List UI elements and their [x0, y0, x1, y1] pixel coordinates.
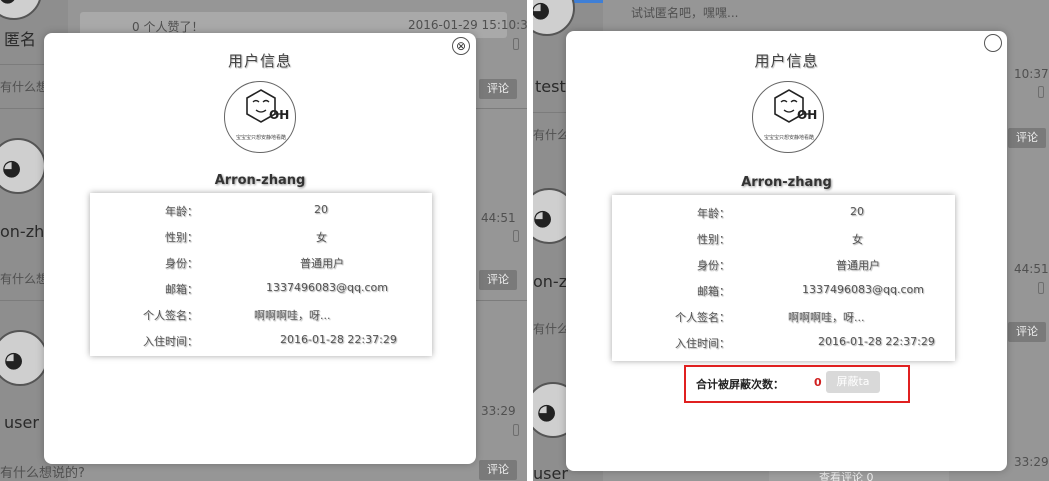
- info-value: 啊啊啊哇，呀...: [788, 311, 865, 324]
- info-label: 邮箱：: [165, 283, 198, 296]
- comment-input[interactable]: 有什么想说的?: [0, 462, 85, 481]
- block-count-value: 0: [814, 376, 822, 389]
- face-icon: ◕: [2, 156, 22, 181]
- author-name[interactable]: 匿名: [4, 26, 36, 50]
- comment-button[interactable]: 评论: [479, 460, 517, 480]
- modal-title: 用户信息: [754, 52, 819, 70]
- author-name[interactable]: user: [4, 413, 39, 432]
- author-name[interactable]: user: [533, 464, 568, 481]
- thumb-icon[interactable]: [1038, 282, 1044, 294]
- info-value: 普通用户: [300, 257, 344, 270]
- block-count-highlight: 合计被屏蔽次数： 0 屏蔽ta: [684, 365, 910, 403]
- user-info-modal: 用户信息 OH 宝宝宝只想安静地看酷 Arron-zhang 年龄： 20 性别…: [566, 31, 1007, 471]
- info-label: 身份：: [697, 259, 730, 272]
- info-value: 1337496083@qq.com: [802, 283, 924, 296]
- logo-text: OH: [797, 108, 818, 122]
- info-label: 邮箱：: [697, 285, 730, 298]
- block-count-label: 合计被屏蔽次数：: [696, 378, 784, 391]
- info-row-join-time: 入住时间： 2016-01-28 22:37:29: [90, 333, 432, 353]
- logo-caption: 宝宝宝只想安静地看酷: [235, 135, 286, 141]
- comment-button[interactable]: 评论: [479, 270, 517, 290]
- face-icon: ◕: [533, 0, 550, 23]
- user-avatar: OH 宝宝宝只想安静地看酷: [224, 81, 296, 153]
- user-avatar: OH 宝宝宝只想安静地看酷: [752, 81, 824, 153]
- face-icon: ◕: [537, 400, 557, 425]
- info-row-gender: 性别： 女: [90, 229, 432, 249]
- info-value: 1337496083@qq.com: [266, 281, 388, 294]
- info-row-email: 邮箱： 1337496083@qq.com: [90, 281, 432, 301]
- avatar[interactable]: ◕: [0, 138, 46, 194]
- info-row-signature: 个人签名： 啊啊啊哇，呀...: [612, 309, 955, 329]
- info-row-role: 身份： 普通用户: [612, 257, 955, 277]
- info-label: 入住时间：: [143, 335, 198, 348]
- face-icon: ◕: [4, 348, 24, 373]
- left-screenshot-panel: 0 个人赞了！ 2016-01-29 15:10:37 ◕ 匿名 有什么想 评论…: [0, 0, 527, 481]
- info-label: 年龄：: [165, 205, 198, 218]
- info-value: 20: [314, 203, 328, 216]
- avatar[interactable]: ◕: [533, 0, 575, 36]
- info-row-role: 身份： 普通用户: [90, 255, 432, 275]
- info-row-age: 年龄： 20: [90, 203, 432, 223]
- post-time: 2016-01-29 15:10:37: [408, 18, 527, 32]
- info-value: 2016-01-28 22:37:29: [280, 333, 397, 346]
- user-info-table: 年龄： 20 性别： 女 身份： 普通用户 邮箱： 1337496083@qq.…: [90, 193, 432, 356]
- info-value: 啊啊啊哇，呀...: [254, 309, 331, 322]
- info-label: 个人签名：: [143, 309, 198, 322]
- logo-text: OH: [269, 108, 290, 122]
- info-value: 20: [850, 205, 864, 218]
- user-info-modal: ⊗ 用户信息 OH 宝宝宝只想安静地看酷 Arron-zhang 年龄： 20 …: [44, 33, 476, 464]
- thumb-icon[interactable]: [1038, 86, 1044, 98]
- user-info-table: 年龄： 20 性别： 女 身份： 普通用户 邮箱： 1337496083@qq.…: [612, 195, 955, 361]
- avatar[interactable]: ◕: [0, 0, 42, 20]
- post-time: 33:29: [1014, 455, 1049, 469]
- info-row-email: 邮箱： 1337496083@qq.com: [612, 283, 955, 303]
- info-label: 年龄：: [697, 207, 730, 220]
- username: Arron-zhang: [741, 175, 832, 190]
- face-icon: ◕: [0, 0, 17, 7]
- face-icon: ◕: [533, 206, 553, 231]
- comment-button[interactable]: 评论: [1008, 128, 1046, 148]
- block-user-button[interactable]: 屏蔽ta: [826, 371, 880, 393]
- info-label: 性别：: [165, 231, 198, 244]
- info-label: 个人签名：: [675, 311, 730, 324]
- comment-input[interactable]: 有什么想: [0, 78, 48, 95]
- thumb-icon[interactable]: [513, 230, 519, 242]
- post-time: 10:37: [1014, 67, 1049, 81]
- info-row-signature: 个人签名： 啊啊啊哇，呀...: [90, 307, 432, 327]
- comment-input[interactable]: 有什么想: [0, 270, 48, 287]
- logo-caption: 宝宝宝只想安静地看酷: [763, 135, 814, 141]
- post-time: 44:51: [481, 211, 516, 225]
- post-text: 试试匿名吧，嘿嘿...: [631, 6, 739, 20]
- post-time: 33:29: [481, 404, 516, 418]
- thumb-icon[interactable]: [513, 424, 519, 436]
- info-row-join-time: 入住时间： 2016-01-28 22:37:29: [612, 335, 955, 355]
- info-value: 女: [852, 233, 863, 246]
- info-row-gender: 性别： 女: [612, 231, 955, 251]
- comment-button[interactable]: 评论: [479, 79, 517, 99]
- thumb-icon[interactable]: [513, 38, 519, 50]
- info-row-age: 年龄： 20: [612, 205, 955, 225]
- info-label: 入住时间：: [675, 337, 730, 350]
- post-time: 44:51: [1014, 262, 1049, 276]
- username: Arron-zhang: [214, 173, 306, 188]
- comment-button[interactable]: 评论: [1008, 322, 1046, 342]
- info-value: 普通用户: [836, 259, 880, 272]
- modal-title: 用户信息: [227, 52, 292, 70]
- info-label: 身份：: [165, 257, 198, 270]
- info-label: 性别：: [697, 233, 730, 246]
- author-name[interactable]: test: [535, 77, 566, 96]
- info-value: 2016-01-28 22:37:29: [818, 335, 935, 348]
- info-value: 女: [316, 231, 327, 244]
- avatar[interactable]: ◕: [0, 330, 48, 386]
